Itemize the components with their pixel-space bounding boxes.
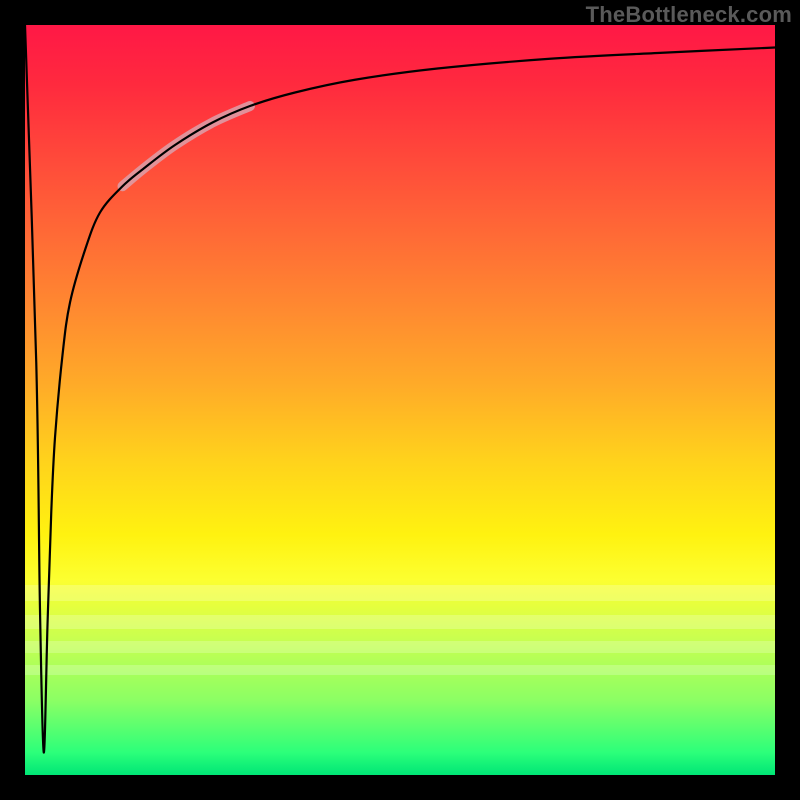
watermark-text: TheBottleneck.com: [586, 2, 792, 28]
curve-svg: [25, 25, 775, 775]
bottleneck-curve: [25, 25, 775, 753]
plot-area: [25, 25, 775, 775]
chart-frame: TheBottleneck.com: [0, 0, 800, 800]
curve-highlight-segment: [123, 106, 251, 186]
